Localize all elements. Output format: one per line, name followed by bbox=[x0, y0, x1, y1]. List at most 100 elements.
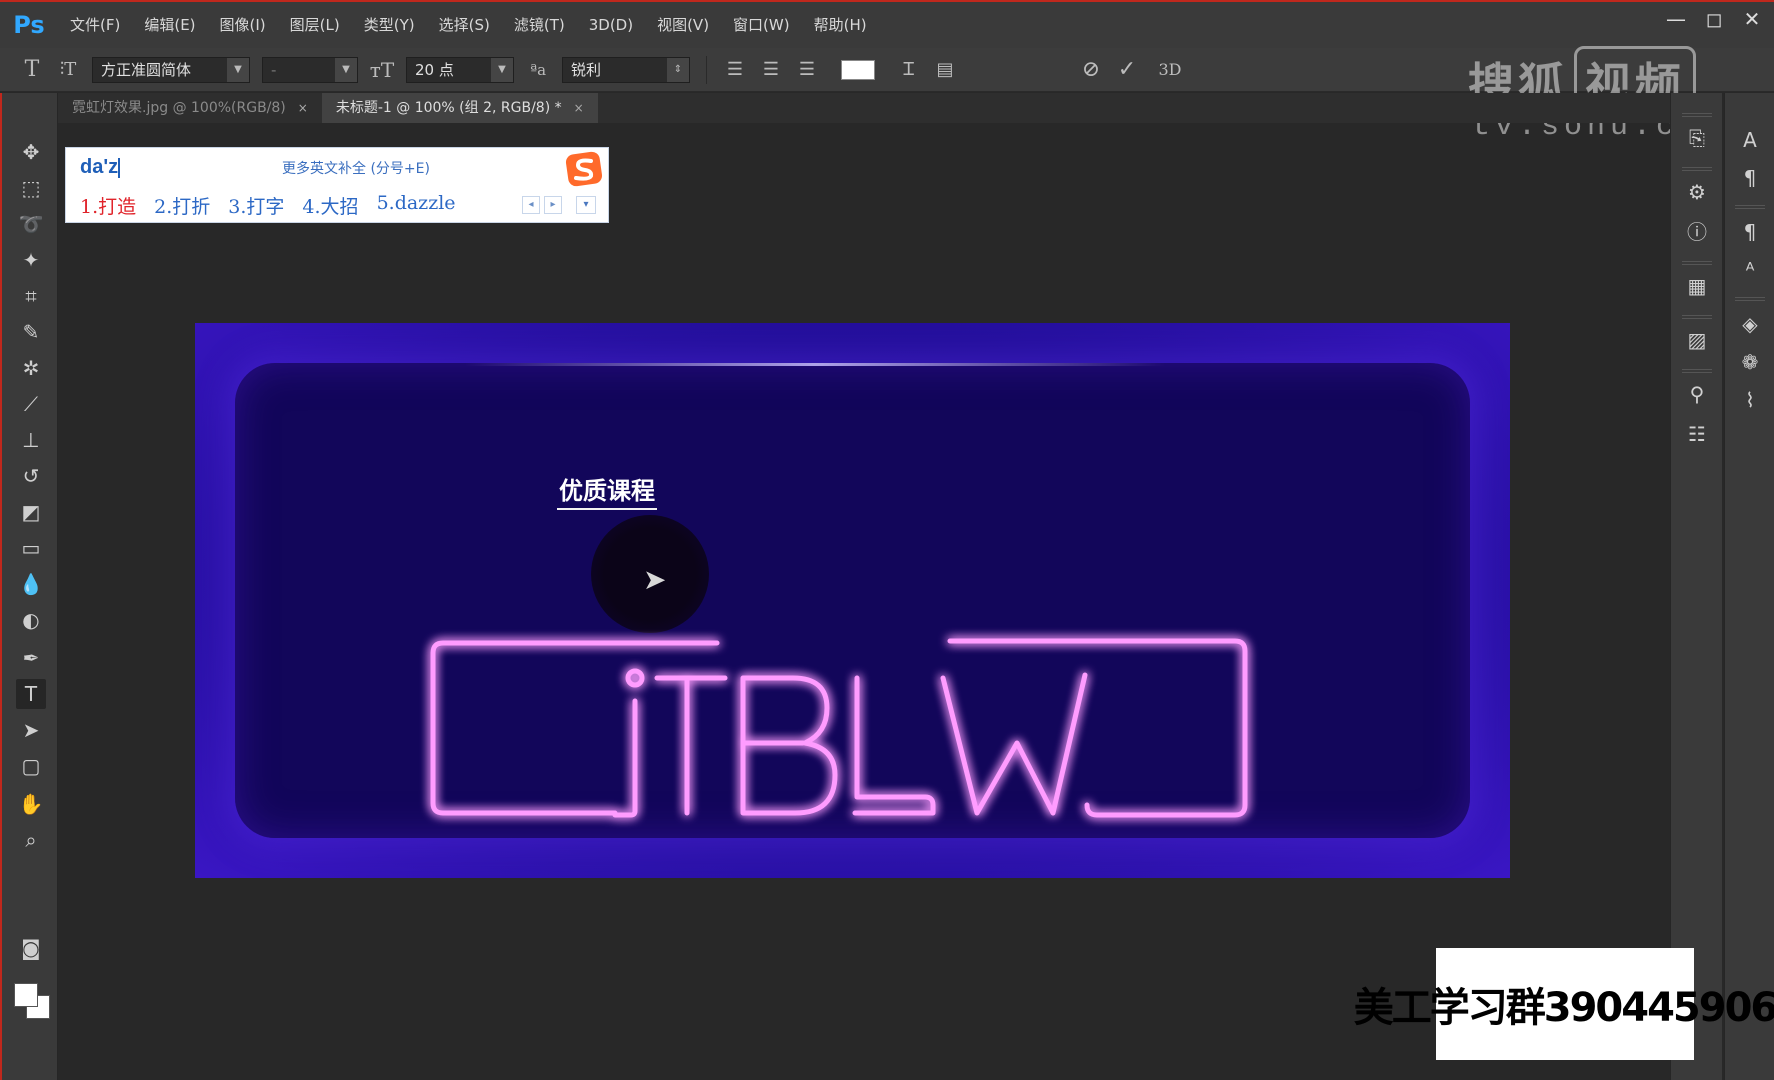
history-panel-icon[interactable]: ⎘ bbox=[1682, 123, 1712, 153]
close-icon[interactable]: × bbox=[574, 93, 584, 123]
panel-grip bbox=[1682, 261, 1712, 265]
properties-panel-icon[interactable]: ⚙ bbox=[1682, 177, 1712, 207]
magic-wand-icon[interactable]: ✦ bbox=[16, 245, 46, 275]
tab-untitled-1[interactable]: 未标题-1 @ 100% (组 2, RGB/8) * × bbox=[321, 93, 598, 123]
menu-3d[interactable]: 3D(D) bbox=[577, 3, 645, 47]
antialias-select[interactable]: 锐利 ⇕ bbox=[562, 56, 690, 83]
ime-candidate[interactable]: 1.打造 bbox=[80, 192, 136, 219]
align-left-icon[interactable]: ☰ bbox=[717, 59, 753, 80]
quick-mask-icon[interactable]: ◙ bbox=[16, 933, 46, 963]
font-size-select[interactable]: 20 点 ▼ bbox=[406, 56, 514, 83]
eraser-icon[interactable]: ◩ bbox=[16, 497, 46, 527]
align-right-icon[interactable]: ☰ bbox=[789, 59, 825, 80]
menu-window[interactable]: 窗口(W) bbox=[721, 3, 802, 47]
path-select-icon[interactable]: ➤ bbox=[16, 715, 46, 745]
align-center-icon[interactable]: ☰ bbox=[753, 59, 789, 80]
crop-icon[interactable]: ⌗ bbox=[16, 281, 46, 311]
lasso-icon[interactable]: ➰ bbox=[16, 209, 46, 239]
brush-icon[interactable]: ⟋ bbox=[16, 389, 46, 419]
menu-type[interactable]: 类型(Y) bbox=[352, 3, 427, 47]
tab-label: 未标题-1 @ 100% (组 2, RGB/8) * bbox=[335, 100, 562, 116]
minimize-button[interactable]: — bbox=[1664, 4, 1688, 34]
layers-icon[interactable]: ◈ bbox=[1735, 309, 1765, 339]
dodge-icon[interactable]: ◐ bbox=[16, 605, 46, 635]
font-style-value: - bbox=[271, 60, 277, 79]
menu-image[interactable]: 图像(I) bbox=[208, 3, 278, 47]
document-canvas[interactable]: 优质课程 ➤ bbox=[195, 323, 1510, 878]
maximize-button[interactable]: ◻ bbox=[1702, 4, 1726, 34]
paths-icon[interactable]: ⌇ bbox=[1735, 385, 1765, 415]
menu-help[interactable]: 帮助(H) bbox=[802, 3, 879, 47]
text-caret bbox=[118, 157, 121, 178]
eyedropper-icon[interactable]: ✎ bbox=[16, 317, 46, 347]
chevron-down-icon: ▼ bbox=[227, 57, 249, 82]
paragraph-styles-icon[interactable]: ¶ bbox=[1735, 217, 1765, 247]
gradient-icon[interactable]: ▭ bbox=[16, 533, 46, 563]
font-size-icon: тT bbox=[369, 57, 395, 82]
type-icon[interactable]: T bbox=[16, 679, 46, 709]
toggle-text-orientation-icon[interactable]: ⫶T bbox=[50, 59, 86, 80]
ime-candidates: 1.打造 2.打折 3.打字 4.大招 5.dazzle bbox=[80, 192, 456, 219]
move-icon[interactable]: ✥ bbox=[16, 137, 46, 167]
sogou-logo-icon bbox=[565, 151, 603, 187]
ime-candidate[interactable]: 3.打字 bbox=[228, 192, 284, 219]
study-group-label: 美工学习群390445906 bbox=[1354, 948, 1774, 1060]
menu-filter[interactable]: 滤镜(T) bbox=[502, 3, 577, 47]
panel-dock-icons-2: A ¶ ¶ ᴬ ◈ ❁ ⌇ bbox=[1724, 93, 1774, 1080]
character-panel-icon[interactable]: ▤ bbox=[927, 59, 963, 80]
ime-candidate[interactable]: 5.dazzle bbox=[377, 192, 456, 219]
panel-grip bbox=[1682, 113, 1712, 117]
cancel-edit-icon[interactable]: ⊘ bbox=[1073, 57, 1109, 82]
menu-edit[interactable]: 编辑(E) bbox=[132, 3, 207, 47]
text-color-swatch[interactable] bbox=[841, 59, 875, 80]
marquee-icon[interactable]: ⬚ bbox=[16, 173, 46, 203]
tab-neon-jpg[interactable]: 霓虹灯效果.jpg @ 100%(RGB/8) × bbox=[58, 93, 322, 123]
menu-file[interactable]: 文件(F) bbox=[58, 3, 132, 47]
tools-panel: ✥ ⬚ ➰ ✦ ⌗ ✎ ✲ ⟋ ⊥ ↺ ◩ ▭ 💧 ◐ ✒ T ➤ ▢ ✋ ⌕ … bbox=[0, 93, 58, 1080]
character-styles-icon[interactable]: ᴬ bbox=[1735, 255, 1765, 285]
zoom-icon[interactable]: ⌕ bbox=[16, 825, 46, 855]
menu-layer[interactable]: 图层(L) bbox=[278, 3, 352, 47]
create-3d-button[interactable]: 3D bbox=[1145, 60, 1195, 79]
channels-icon[interactable]: ❁ bbox=[1735, 347, 1765, 377]
adjustments-icon[interactable]: ☷ bbox=[1682, 419, 1712, 449]
stamp-icon[interactable]: ⊥ bbox=[16, 425, 46, 455]
shape-icon[interactable]: ▢ bbox=[16, 751, 46, 781]
font-style-select[interactable]: - ▼ bbox=[262, 56, 358, 83]
healing-icon[interactable]: ✲ bbox=[16, 353, 46, 383]
pen-icon[interactable]: ✒ bbox=[16, 643, 46, 673]
chevron-right-icon[interactable]: ▸ bbox=[544, 196, 562, 214]
panel-dock-icons: ⎘ ⚙ ⓘ ▦ ▨ ⚲ ☷ bbox=[1670, 93, 1722, 1080]
hand-icon[interactable]: ✋ bbox=[16, 789, 46, 819]
font-family-select[interactable]: 方正准圆简体 ▼ bbox=[92, 56, 250, 83]
chevron-down-icon[interactable]: ▾ bbox=[576, 196, 596, 214]
ime-composition-text[interactable]: da'z bbox=[80, 156, 121, 179]
panel-grip bbox=[1682, 167, 1712, 171]
ime-candidate[interactable]: 2.打折 bbox=[154, 192, 210, 219]
type-tool-preset-icon[interactable]: T bbox=[14, 57, 50, 82]
blur-icon[interactable]: 💧 bbox=[16, 569, 46, 599]
neon-letter-b bbox=[740, 675, 838, 816]
neon-letter-t bbox=[654, 675, 728, 816]
history-brush-icon[interactable]: ↺ bbox=[16, 461, 46, 491]
swatches-grid-icon[interactable]: ▦ bbox=[1682, 271, 1712, 301]
color-swatches[interactable] bbox=[14, 983, 54, 1023]
info-icon[interactable]: ⓘ bbox=[1682, 217, 1712, 247]
ime-page-nav: ◂ ▸ bbox=[522, 196, 562, 214]
styles-panel-icon[interactable]: ▨ bbox=[1682, 325, 1712, 355]
menu-view[interactable]: 视图(V) bbox=[645, 3, 721, 47]
warp-text-icon[interactable]: Ꮖ bbox=[891, 59, 927, 80]
menubar: Ps 文件(F) 编辑(E) 图像(I) 图层(L) 类型(Y) 选择(S) 滤… bbox=[0, 0, 1774, 48]
commit-edit-icon[interactable]: ✓ bbox=[1109, 57, 1145, 82]
ime-candidate[interactable]: 4.大招 bbox=[302, 192, 358, 219]
character-icon[interactable]: A bbox=[1735, 125, 1765, 155]
chevron-left-icon[interactable]: ◂ bbox=[522, 196, 540, 214]
foreground-color-swatch[interactable] bbox=[14, 983, 38, 1007]
ime-candidate-window: da'z 更多英文补全 (分号+E) 1.打造 2.打折 3.打字 4.大招 5… bbox=[65, 147, 609, 223]
paragraph-icon[interactable]: ¶ bbox=[1735, 163, 1765, 193]
tool-presets-icon[interactable]: ⚲ bbox=[1682, 379, 1712, 409]
menu-select[interactable]: 选择(S) bbox=[427, 3, 502, 47]
close-icon[interactable]: × bbox=[298, 93, 308, 123]
close-button[interactable]: ✕ bbox=[1740, 4, 1764, 34]
ime-input-value: da'z bbox=[80, 156, 119, 178]
